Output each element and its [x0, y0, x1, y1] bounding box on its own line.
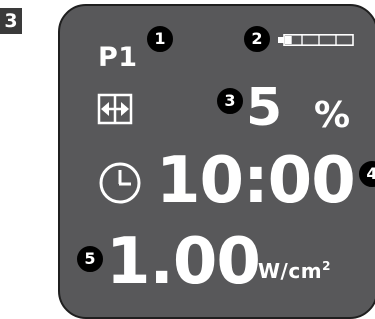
figure-canvas: 3 P1 1 2 3 5 % 10:00 4 5 1.00 W/cm2 — [0, 0, 375, 319]
intensity-unit-exponent: 2 — [322, 259, 331, 273]
figure-number-label: 3 — [0, 8, 22, 34]
callout-5: 5 — [77, 246, 103, 272]
duty-cycle-unit: % — [314, 95, 351, 136]
intensity-unit: W/cm2 — [258, 254, 331, 283]
treatment-time: 10:00 — [156, 144, 356, 218]
clock-icon — [99, 162, 141, 204]
display-panel: P1 1 2 3 5 % 10:00 4 5 1.00 W/cm2 — [58, 4, 375, 319]
callout-1: 1 — [147, 26, 173, 52]
callout-4: 4 — [359, 161, 375, 187]
pulse-mode-icon — [97, 93, 133, 125]
callout-3: 3 — [217, 88, 243, 114]
program-label: P1 — [98, 42, 138, 73]
intensity-unit-base: W/cm — [258, 259, 323, 283]
duty-cycle-value: 5 — [246, 78, 283, 138]
battery-icon — [278, 34, 354, 46]
battery-level-fill — [285, 36, 292, 44]
callout-2: 2 — [244, 26, 270, 52]
intensity-value: 1.00 — [106, 225, 261, 299]
